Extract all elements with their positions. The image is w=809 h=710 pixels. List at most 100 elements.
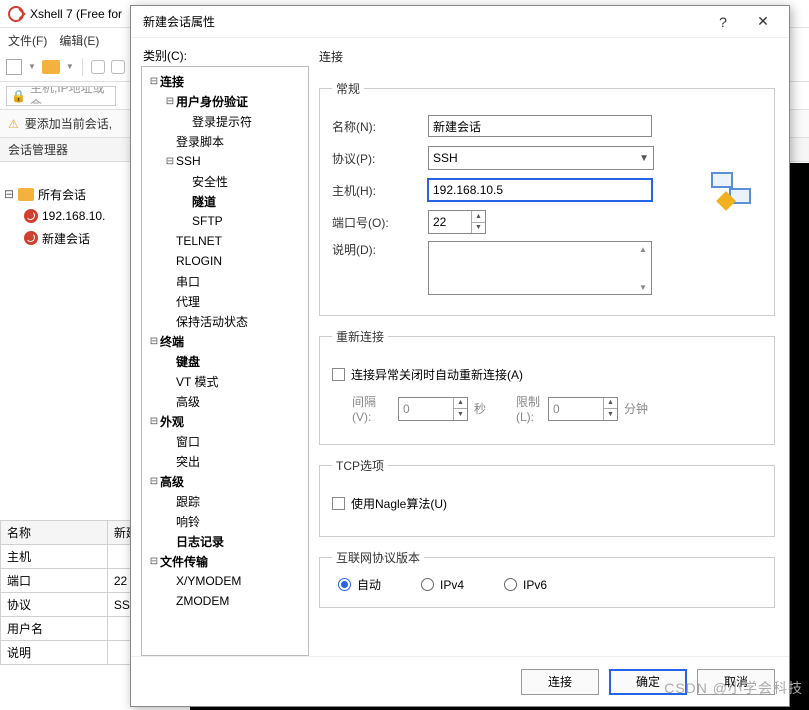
category-node[interactable]: TELNET: [144, 231, 306, 251]
category-label: X/YMODEM: [176, 574, 241, 588]
category-node[interactable]: ⊟文件传输: [144, 551, 306, 571]
protocol-select[interactable]: SSH ▼: [428, 146, 654, 170]
category-node[interactable]: ⊟终端: [144, 331, 306, 351]
category-node[interactable]: 代理: [144, 291, 306, 311]
category-label: ZMODEM: [176, 594, 229, 608]
spin-down-icon[interactable]: ▼: [472, 223, 485, 234]
category-node[interactable]: X/YMODEM: [144, 571, 306, 591]
name-input[interactable]: [428, 115, 652, 137]
category-node[interactable]: 安全性: [144, 171, 306, 191]
category-label: 终端: [160, 333, 184, 350]
category-node[interactable]: 跟踪: [144, 491, 306, 511]
expander-icon[interactable]: ⊟: [148, 76, 160, 87]
address-input[interactable]: 🔒 主机,IP地址或会: [6, 86, 116, 106]
category-node[interactable]: 保持活动状态: [144, 311, 306, 331]
separator: [82, 58, 83, 76]
tcp-group: TCP选项 使用Nagle算法(U): [319, 457, 775, 537]
folder-icon: [18, 188, 34, 201]
category-label: 代理: [176, 293, 200, 310]
tree-item[interactable]: 新建会话: [4, 227, 126, 249]
category-node[interactable]: RLOGIN: [144, 251, 306, 271]
category-node[interactable]: 响铃: [144, 511, 306, 531]
name-label: 名称(N):: [332, 118, 428, 135]
interval-spinner: 0 ▲▼: [398, 397, 468, 421]
category-node[interactable]: 键盘: [144, 351, 306, 371]
connect-button[interactable]: 连接: [521, 669, 599, 695]
help-button[interactable]: ?: [703, 8, 743, 36]
limit-spinner: 0 ▲▼: [548, 397, 618, 421]
category-node[interactable]: ⊟高级: [144, 471, 306, 491]
expander-icon[interactable]: ⊟: [148, 556, 160, 567]
category-node[interactable]: ⊟连接: [144, 71, 306, 91]
category-label: 窗口: [176, 433, 200, 450]
desc-textarea[interactable]: ▲▼: [428, 241, 652, 295]
menu-edit[interactable]: 编辑(E): [59, 32, 99, 49]
category-node[interactable]: ZMODEM: [144, 591, 306, 611]
nagle-checkbox[interactable]: [332, 497, 345, 510]
category-label: 保持活动状态: [176, 313, 248, 330]
category-tree[interactable]: ⊟连接⊟用户身份验证登录提示符登录脚本⊟SSH安全性隧道SFTPTELNETRL…: [141, 66, 309, 656]
port-label: 端口号(O):: [332, 214, 428, 231]
expander-icon[interactable]: ⊟: [4, 187, 14, 201]
category-label: 类别(C):: [141, 44, 309, 66]
category-node[interactable]: 登录脚本: [144, 131, 306, 151]
category-label: SSH: [176, 154, 201, 168]
open-folder-icon[interactable]: [42, 60, 60, 74]
category-label: 日志记录: [176, 533, 224, 550]
ip-v6-radio[interactable]: IPv6: [504, 578, 547, 592]
category-node[interactable]: ⊟外观: [144, 411, 306, 431]
category-node[interactable]: 隧道: [144, 191, 306, 211]
category-label: 键盘: [176, 353, 200, 370]
category-label: 隧道: [192, 193, 216, 210]
scroll-down-icon[interactable]: ▼: [635, 280, 651, 294]
expander-icon[interactable]: ⊟: [148, 336, 160, 347]
expander-icon[interactable]: ⊟: [148, 476, 160, 487]
category-node[interactable]: 串口: [144, 271, 306, 291]
expander-icon[interactable]: ⊟: [164, 156, 176, 167]
category-label: 外观: [160, 413, 184, 430]
close-button[interactable]: ✕: [743, 8, 783, 36]
expander-icon[interactable]: ⊟: [148, 416, 160, 427]
link-icon[interactable]: [111, 60, 125, 74]
protocol-label: 协议(P):: [332, 150, 428, 167]
category-node[interactable]: ⊟SSH: [144, 151, 306, 171]
host-input[interactable]: [428, 179, 652, 201]
category-node[interactable]: 突出: [144, 451, 306, 471]
category-node[interactable]: SFTP: [144, 211, 306, 231]
menu-file[interactable]: 文件(F): [8, 32, 47, 49]
category-label: 串口: [176, 273, 200, 290]
tree-item[interactable]: 192.168.10.: [4, 205, 126, 227]
category-label: 突出: [176, 453, 200, 470]
category-node[interactable]: 窗口: [144, 431, 306, 451]
scroll-up-icon[interactable]: ▲: [635, 242, 651, 256]
ok-button[interactable]: 确定: [609, 669, 687, 695]
auto-reconnect-label: 连接异常关闭时自动重新连接(A): [351, 366, 523, 383]
spin-up-icon[interactable]: ▲: [472, 211, 485, 223]
category-node[interactable]: ⊟用户身份验证: [144, 91, 306, 111]
chevron-down-icon: ▼: [639, 153, 649, 164]
new-doc-icon[interactable]: [6, 59, 22, 75]
port-spinner[interactable]: 22 ▲▼: [428, 210, 486, 234]
ip-v4-radio[interactable]: IPv4: [421, 578, 464, 592]
expander-icon[interactable]: ⊟: [164, 96, 176, 107]
category-label: 高级: [176, 393, 200, 410]
session-icon: [24, 231, 38, 245]
category-node[interactable]: 登录提示符: [144, 111, 306, 131]
category-label: 连接: [160, 73, 184, 90]
link-icon[interactable]: [91, 60, 105, 74]
reconnect-group: 重新连接 连接异常关闭时自动重新连接(A) 间隔(V): 0 ▲▼ 秒 限制(L…: [319, 328, 775, 445]
category-node[interactable]: VT 模式: [144, 371, 306, 391]
category-node[interactable]: 高级: [144, 391, 306, 411]
dropdown-icon[interactable]: ▼: [66, 62, 74, 71]
category-label: 安全性: [192, 173, 228, 190]
tree-root[interactable]: ⊟ 所有会话: [4, 183, 126, 205]
cancel-button[interactable]: 取消: [697, 669, 775, 695]
auto-reconnect-checkbox[interactable]: [332, 368, 345, 381]
category-label: 跟踪: [176, 493, 200, 510]
ip-auto-radio[interactable]: 自动: [338, 576, 381, 593]
interval-label: 间隔(V):: [332, 393, 392, 424]
nagle-label: 使用Nagle算法(U): [351, 495, 447, 512]
dropdown-icon[interactable]: ▼: [28, 62, 36, 71]
category-node[interactable]: 日志记录: [144, 531, 306, 551]
general-group: 常规 名称(N): 协议(P): SSH ▼ 主机(H):: [319, 80, 775, 316]
